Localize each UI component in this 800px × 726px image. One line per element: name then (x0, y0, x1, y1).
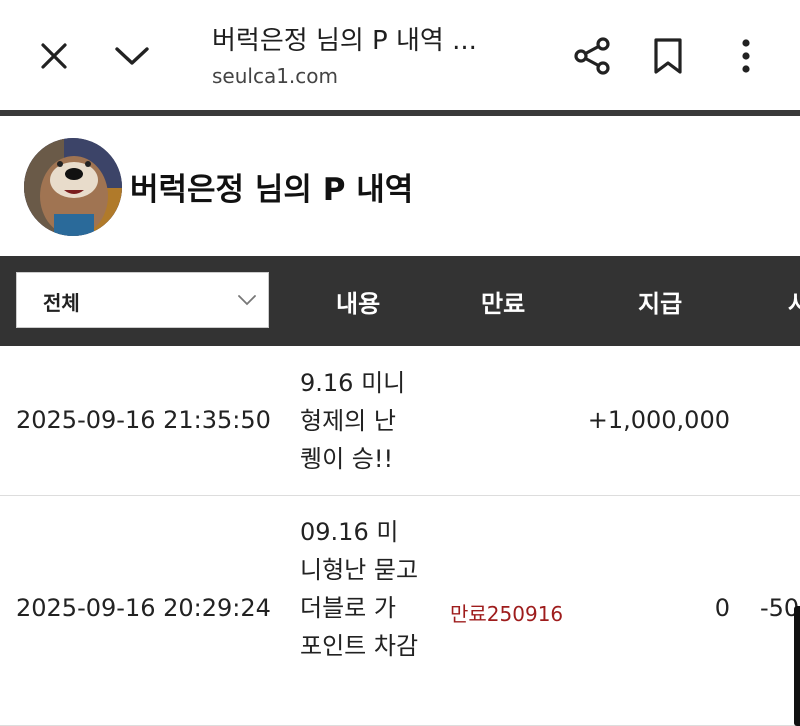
row-content: 9.16 미니 형제의 난 퀭이 승!! (300, 369, 406, 473)
edge-handle (794, 606, 800, 726)
filter-select-value: 전체 (43, 291, 80, 315)
profile-title: 버럭은정 님의 P 내역 (130, 172, 414, 208)
filter-select[interactable]: 전체 (16, 272, 269, 328)
row-date: 2025-09-16 20:29:24 (16, 594, 271, 622)
avatar (24, 138, 122, 236)
profile-header: 버럭은정 님의 P 내역 (0, 116, 800, 256)
table-header: 전체 내용 만료 지급 사 (0, 256, 800, 346)
table-row: 2025-09-16 21:35:50 9.16 미니 형제의 난 퀭이 승!!… (0, 346, 800, 496)
browser-toolbar: 버럭은정 님의 P 내역 ... seulca1.com (0, 0, 800, 110)
column-header-extra: 사 (788, 290, 800, 318)
column-header-content: 내용 (336, 290, 381, 318)
page-url: seulca1.com (212, 64, 339, 88)
chevron-down-icon (236, 289, 258, 311)
page-title: 버럭은정 님의 P 내역 ... (212, 26, 477, 56)
table-row: 2025-09-16 20:29:24 09.16 미니형난 묻고 더블로 가 … (0, 496, 800, 726)
row-pay: 0 (714, 594, 730, 622)
column-header-expire: 만료 (481, 290, 526, 318)
share-icon[interactable] (566, 30, 618, 82)
row-date: 2025-09-16 21:35:50 (16, 406, 271, 434)
column-header-pay: 지급 (638, 290, 683, 318)
bookmark-icon[interactable] (644, 30, 692, 82)
row-expire: 만료250916 (450, 602, 564, 626)
close-icon[interactable] (30, 32, 78, 80)
row-content: 09.16 미니형난 묻고 더블로 가 포인트 차감 (300, 518, 419, 660)
row-pay: +1,000,000 (587, 406, 730, 434)
chevron-down-icon[interactable] (108, 32, 156, 80)
more-vert-icon[interactable] (722, 30, 770, 82)
